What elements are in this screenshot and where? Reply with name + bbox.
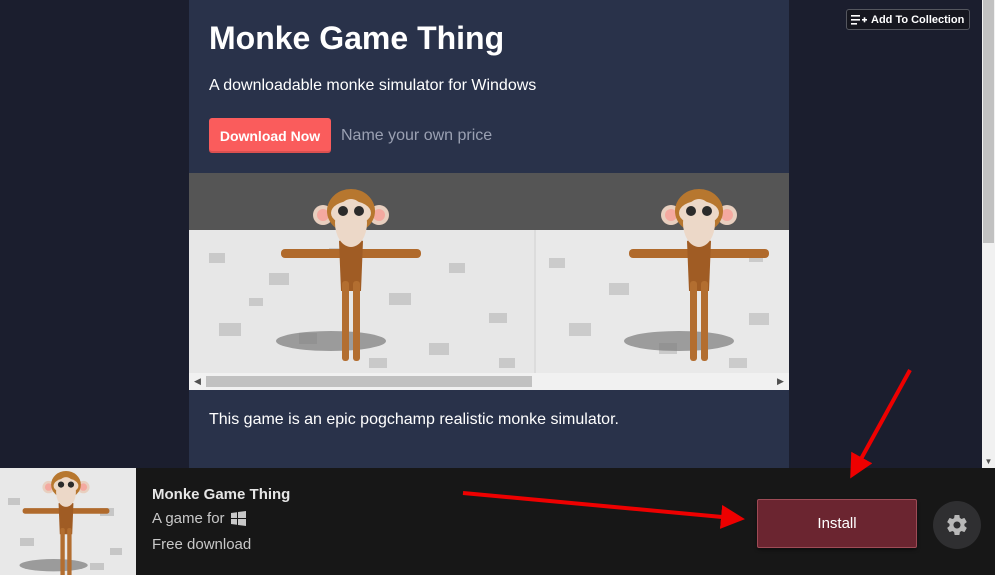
app-bottom-bar: Monke Game Thing A game for Free downloa…	[0, 468, 995, 575]
settings-button[interactable]	[933, 501, 981, 549]
game-description: This game is an epic pogchamp realistic …	[209, 411, 619, 428]
price-note: Name your own price	[341, 127, 493, 144]
game-card: Monke Game Thing A downloadable monke si…	[189, 0, 789, 468]
add-to-playlist-icon	[851, 14, 867, 25]
gallery-scrollbar[interactable]: ◀ ▶	[189, 373, 789, 390]
game-price-label: Free download	[152, 536, 252, 553]
install-button[interactable]: Install	[757, 499, 917, 548]
game-for-label: A game for	[152, 510, 225, 527]
bottom-game-name: Monke Game Thing	[152, 486, 291, 503]
windows-icon	[230, 511, 246, 526]
gear-icon	[947, 515, 967, 536]
page-scrollbar[interactable]: ▼	[982, 0, 995, 468]
scroll-down-arrow-icon[interactable]: ▼	[982, 455, 995, 468]
game-page: Monke Game Thing A downloadable monke si…	[0, 0, 995, 468]
add-to-collection-button[interactable]: Add To Collection	[846, 9, 970, 30]
page-scrollbar-thumb[interactable]	[983, 0, 994, 243]
add-to-collection-label: Add To Collection	[871, 13, 965, 26]
game-platform-line: A game for	[152, 510, 246, 527]
download-now-button[interactable]: Download Now	[209, 118, 331, 153]
scroll-right-arrow-icon[interactable]: ▶	[772, 373, 789, 390]
game-thumbnail	[0, 468, 136, 575]
scroll-left-arrow-icon[interactable]: ◀	[189, 373, 206, 390]
gallery-scrollbar-thumb[interactable]	[206, 376, 532, 387]
screenshot-gallery	[189, 173, 789, 373]
page-title: Monke Game Thing	[209, 20, 505, 56]
page-subtitle: A downloadable monke simulator for Windo…	[209, 77, 537, 94]
